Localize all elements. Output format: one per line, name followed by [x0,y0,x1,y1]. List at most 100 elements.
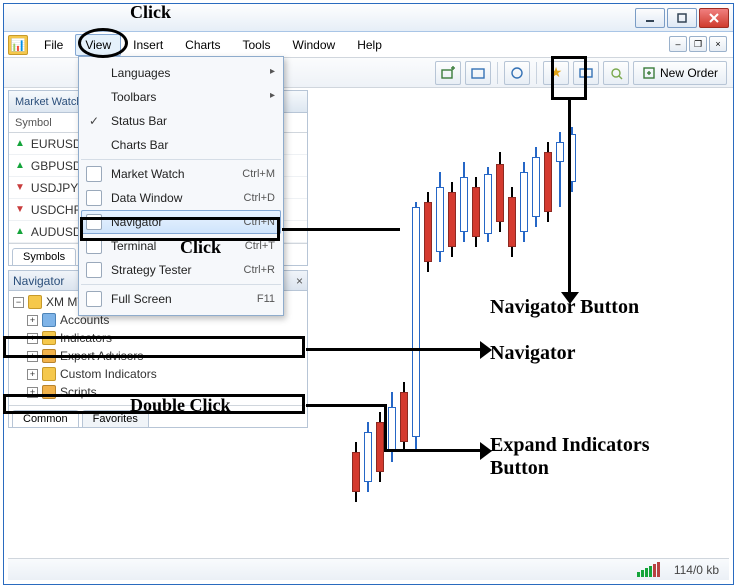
menu-item-shortcut: Ctrl+R [231,264,275,276]
candlestick [424,92,432,554]
mdi-minimize[interactable]: – [669,36,687,52]
candlestick [460,92,468,554]
menu-item-shortcut: Ctrl+T [231,240,275,252]
expand-icon[interactable] [27,315,38,326]
menu-item-market-watch[interactable]: Market WatchCtrl+M [81,162,281,186]
titlebar [4,4,733,32]
toolbar-navigator-button[interactable]: ★ [543,61,569,85]
chart-area[interactable] [312,92,725,554]
menu-item-data-window[interactable]: Data Window Ctrl+D [81,186,281,210]
menu-item-shortcut: F11 [231,293,275,305]
maximize-button[interactable] [667,8,697,28]
candlestick [532,92,540,554]
menu-window[interactable]: Window [283,34,346,56]
tree-node-icon [42,367,56,381]
menu-file[interactable]: File [34,34,73,56]
mdi-restore[interactable]: ❐ [689,36,707,52]
toolbar-new-order-button[interactable]: New Order [633,61,727,85]
candlestick [376,92,384,554]
candlestick [436,92,444,554]
menu-item-navigator[interactable]: NavigatorCtrl+N [81,210,281,234]
symbol-label: USDJPY [31,181,78,195]
toolbar-market-watch-button[interactable] [504,61,530,85]
candlestick [556,92,564,554]
price-arrow-icon: ▲ [15,160,25,171]
toolbar-profiles-button[interactable] [465,61,491,85]
expand-icon[interactable] [27,369,38,380]
candlestick [352,92,360,554]
candlestick [400,92,408,554]
menu-item-label: Navigator [111,215,225,229]
statusbar: 114/0 kb [8,558,729,580]
toolbar-divider [536,62,537,84]
toolbar-divider [497,62,498,84]
price-arrow-icon: ▼ [15,182,25,193]
menu-item-strategy-tester[interactable]: Strategy TesterCtrl+R [81,258,281,282]
menu-charts[interactable]: Charts [175,34,230,56]
market-watch-tab-symbols[interactable]: Symbols [12,248,76,265]
symbol-label: GBPUSD [31,159,82,173]
menu-item-label: Charts Bar [111,138,275,152]
close-button[interactable] [699,8,729,28]
menubar: 📊 FileViewInsertChartsToolsWindowHelp [4,32,733,58]
navigator-tabs: Common Favorites [9,405,307,427]
price-arrow-icon: ▼ [15,204,25,215]
mdi-buttons: – ❐ × [669,36,727,52]
tree-node-icon [42,349,56,363]
menu-help[interactable]: Help [347,34,392,56]
tree-node-icon [42,313,56,327]
candlestick [364,92,372,554]
minimize-button[interactable] [635,8,665,28]
candlestick [484,92,492,554]
symbol-label: AUDUSD [31,225,82,239]
menu-item-label: Terminal [111,239,225,253]
menu-view[interactable]: View [75,34,121,56]
price-arrow-icon: ▲ [15,138,25,149]
expand-icon[interactable] [27,351,38,362]
navigator-tab-common[interactable]: Common [12,410,79,427]
check-icon: ✓ [89,114,99,128]
price-arrow-icon: ▲ [15,226,25,237]
expand-icon[interactable] [27,387,38,398]
tree-item-expert-advisors[interactable]: Expert Advisors [27,347,303,365]
menu-item-toolbars[interactable]: Toolbars [81,85,281,109]
connection-bars-icon [637,562,660,577]
menu-item-label: Data Window [111,191,225,205]
tree-node-icon [42,331,56,345]
menu-item-shortcut: Ctrl+M [231,168,275,180]
menu-item-label: Toolbars [111,90,275,104]
candlestick [544,92,552,554]
menu-item-terminal[interactable]: Terminal Ctrl+T [81,234,281,258]
candlestick [520,92,528,554]
menu-insert[interactable]: Insert [123,34,173,56]
menu-item-languages[interactable]: Languages [81,61,281,85]
toolbar-tester-button[interactable] [603,61,629,85]
menu-item-charts-bar[interactable]: Charts Bar [81,133,281,157]
menu-item-icon [86,291,102,307]
menu-tools[interactable]: Tools [233,34,281,56]
menu-item-shortcut: Ctrl+D [231,192,275,204]
mdi-close[interactable]: × [709,36,727,52]
toolbar-terminal-button[interactable] [573,61,599,85]
menu-item-full-screen[interactable]: Full ScreenF11 [81,287,281,311]
toolbar-new-chart-button[interactable] [435,61,461,85]
candlestick [472,92,480,554]
expand-icon[interactable] [27,333,38,344]
menu-item-label: Status Bar [111,114,275,128]
menu-item-label: Languages [111,66,275,80]
menu-item-icon [86,190,102,206]
menu-item-status-bar[interactable]: ✓ Status Bar [81,109,281,133]
navigator-tab-favorites[interactable]: Favorites [82,410,149,427]
new-order-label: New Order [660,66,718,80]
expand-icon[interactable] [13,297,24,308]
candlestick [448,92,456,554]
tree-node-icon [42,385,56,399]
tree-item-scripts[interactable]: Scripts [27,383,303,401]
tree-item-indicators[interactable]: Indicators [27,329,303,347]
tree-label: Custom Indicators [60,367,157,381]
candlestick [568,92,576,554]
candlestick [388,92,396,554]
navigator-close-icon[interactable]: × [296,274,303,288]
tree-item-custom-indicators[interactable]: Custom Indicators [27,365,303,383]
menu-item-icon [86,238,102,254]
